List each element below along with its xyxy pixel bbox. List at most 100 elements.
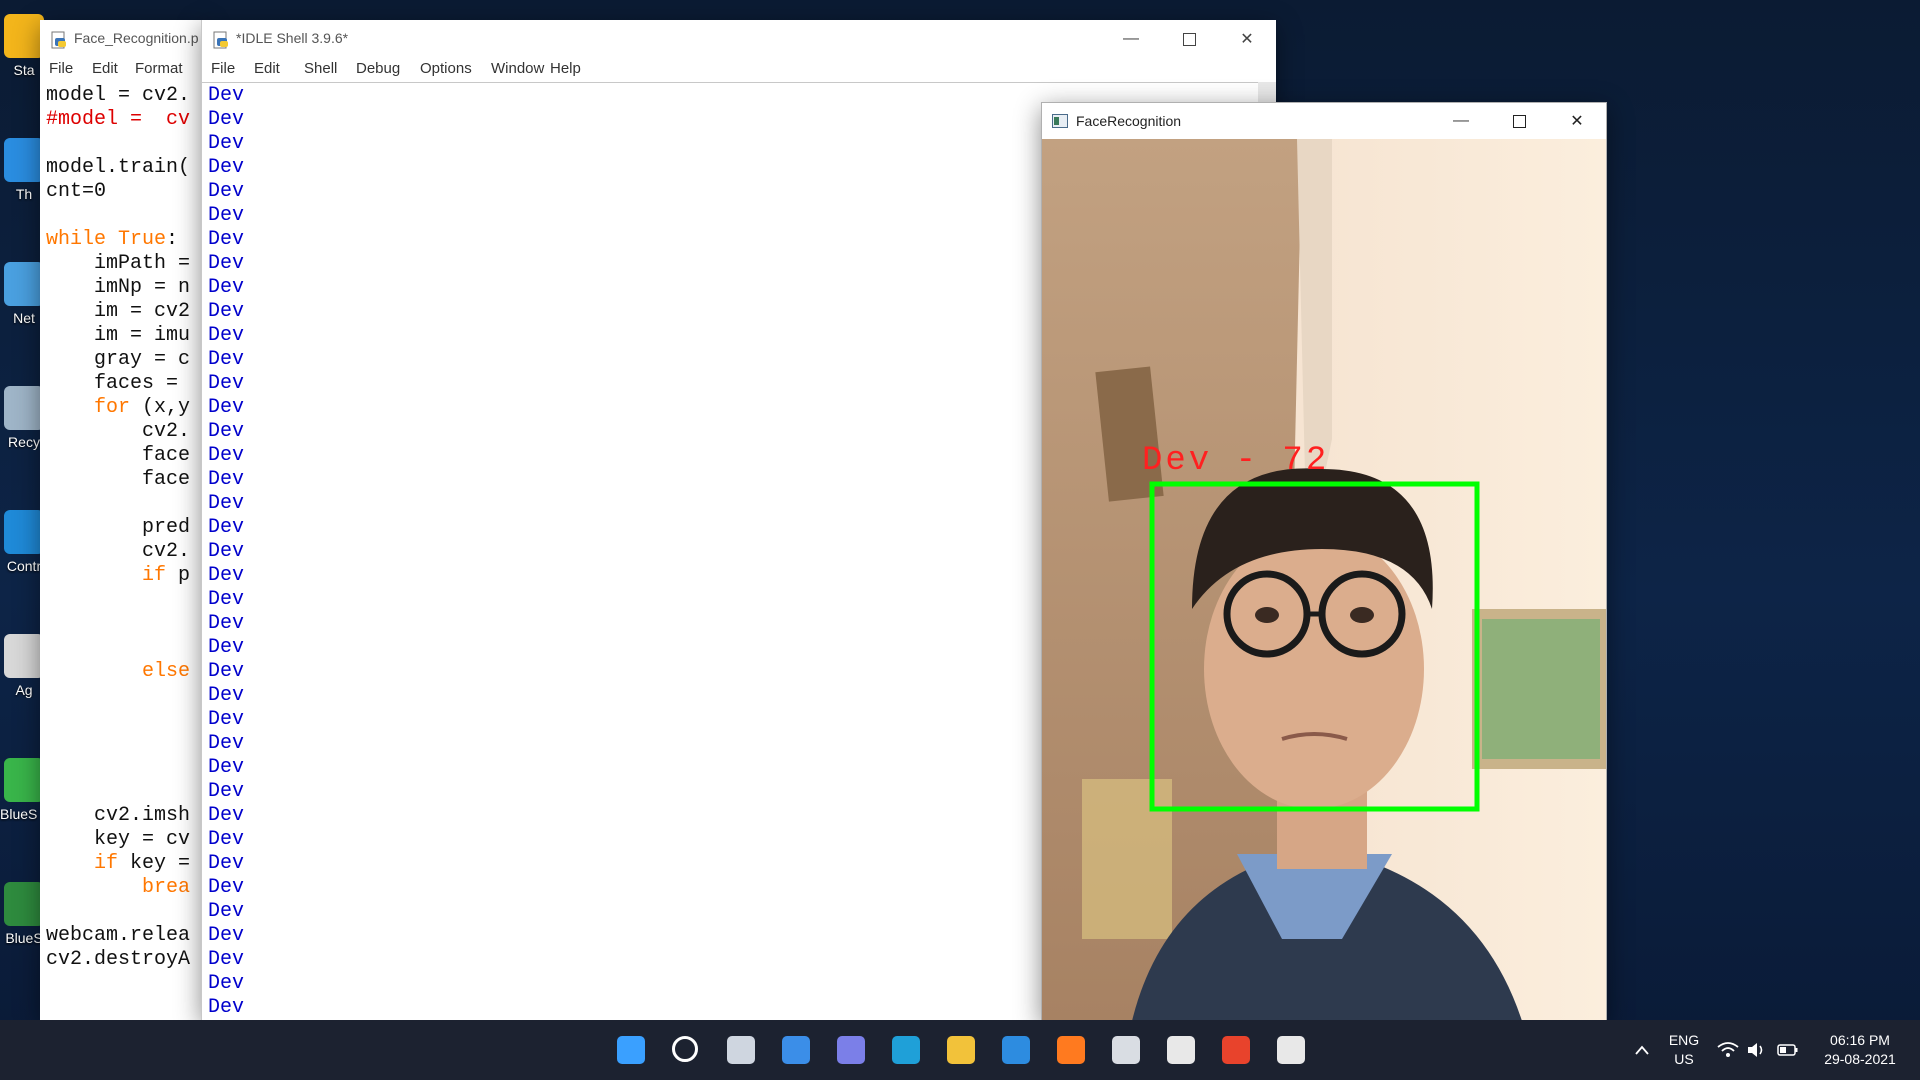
shell-output-line: Dev [208,756,245,779]
search-taskbar-button[interactable] [669,1033,703,1067]
menu-item-file[interactable]: File [49,60,73,77]
widgets-taskbar-button[interactable] [779,1033,813,1067]
chat-taskbar-button[interactable] [834,1033,868,1067]
code-line: face [46,444,191,467]
shell-output-line: Dev [208,204,245,227]
menu-item-help[interactable]: Help [550,60,581,77]
shell-output-line: Dev [208,300,245,323]
task-view-taskbar-button[interactable] [724,1033,758,1067]
chevron-up-icon[interactable] [1634,1044,1650,1056]
menu-item-format[interactable]: Format [135,60,183,77]
menu-item-shell[interactable]: Shell [304,60,337,77]
clock-date: 29-08-2021 [1824,1051,1896,1067]
shell-output-line: Dev [208,468,245,491]
taskbar: ENG US 06:16 PM 29-08-2021 [0,1020,1920,1080]
edge-taskbar-button[interactable] [889,1033,923,1067]
shell-output-line: Dev [208,108,245,131]
minimize-button[interactable]: — [1102,20,1160,58]
shell-output-line: Dev [208,564,245,587]
shell-output-line: Dev [208,516,245,539]
edge-icon [892,1036,920,1064]
shell-output-line: Dev [208,804,245,827]
shell-output-line: Dev [208,420,245,443]
code-line: else [142,660,191,683]
code-line: key = cv [46,828,191,851]
menu-separator [202,82,1276,83]
widgets-icon [782,1036,810,1064]
menu-item-file[interactable]: File [211,60,235,77]
code-line: for (x,y [94,396,191,419]
desktop-app-icon [4,758,44,802]
start-taskbar-button[interactable] [614,1033,648,1067]
python-icon [213,31,228,49]
code-line: imNp = n [46,276,191,299]
face-titlebar[interactable]: FaceRecognition — ✕ [1042,103,1606,139]
shell-output-line: Dev [208,660,245,683]
volume-icon[interactable] [1746,1041,1768,1059]
code-line: im = imu [46,324,191,347]
shell-title: *IDLE Shell 3.9.6* [236,30,349,46]
wifi-icon[interactable] [1717,1041,1739,1059]
shell-output-line: Dev [208,132,245,155]
shell-output-line: Dev [208,84,245,107]
menu-item-debug[interactable]: Debug [356,60,400,77]
code-line: cv2.imsh [46,804,191,827]
shell-output-line: Dev [208,492,245,515]
desktop-app-icon [4,510,44,554]
maximize-button[interactable] [1160,20,1218,58]
amazon-taskbar-button[interactable] [1109,1033,1143,1067]
close-icon: ✕ [1240,31,1254,48]
code-line: face [46,468,191,491]
shell-output-line: Dev [208,348,245,371]
code-line: imPath = [46,252,191,275]
shell-output-line: Dev [208,852,245,875]
shell-menubar: File Edit Shell Debug Options Window Help [202,58,1276,82]
code-line: brea [142,876,191,899]
menu-item-options[interactable]: Options [420,60,472,77]
store-icon [1167,1036,1195,1064]
python-file-icon [51,31,66,49]
shell-titlebar[interactable]: *IDLE Shell 3.9.6* — ✕ [202,20,1276,58]
code-line: faces = [46,372,179,395]
battery-icon[interactable] [1777,1043,1799,1057]
shell-output-line: Dev [208,996,245,1019]
office-taskbar-button[interactable] [1219,1033,1253,1067]
firefox-taskbar-button[interactable] [1054,1033,1088,1067]
maximize-button[interactable] [1490,103,1548,139]
code-line: if key = [94,852,191,875]
editor-window: Face_Recognition.p File Edit Format model … [40,20,206,1020]
code-line: gray = c [46,348,191,371]
shell-output-line: Dev [208,252,245,275]
close-button[interactable]: ✕ [1548,103,1606,139]
shell-output[interactable]: Dev Dev Dev Dev Dev Dev Dev Dev Dev Dev Dev Dev Dev D… [208,84,244,1020]
file-explorer-taskbar-button[interactable] [944,1033,978,1067]
app-window-icon [1052,114,1068,128]
mail-taskbar-button[interactable] [999,1033,1033,1067]
menu-item-edit[interactable]: Edit [254,60,280,77]
idle-taskbar-button[interactable] [1274,1033,1308,1067]
minimize-button[interactable]: — [1432,103,1490,139]
close-button[interactable]: ✕ [1218,20,1276,58]
code-line: webcam.relea [46,924,191,947]
webcam-image: Dev - 72 [1042,139,1606,1021]
code-line: while True: [46,228,179,251]
shell-output-line: Dev [208,684,245,707]
language-indicator[interactable]: ENG US [1664,1031,1704,1069]
shell-output-line: Dev [208,828,245,851]
minimize-icon: — [1453,112,1469,129]
editor-titlebar[interactable]: Face_Recognition.p [40,20,206,58]
clock[interactable]: 06:16 PM 29-08-2021 [1810,1031,1910,1069]
desktop-app-icon [4,882,44,926]
store-taskbar-button[interactable] [1164,1033,1198,1067]
face-detection-label: Dev - 72 [1142,442,1329,480]
editor-code[interactable]: model = cv2. #model = cv model.train(cnt=0… [46,84,190,972]
menu-item-edit[interactable]: Edit [92,60,118,77]
menu-item-window[interactable]: Window [491,60,544,77]
webcam-frame: Dev - 72 [1042,139,1606,1021]
